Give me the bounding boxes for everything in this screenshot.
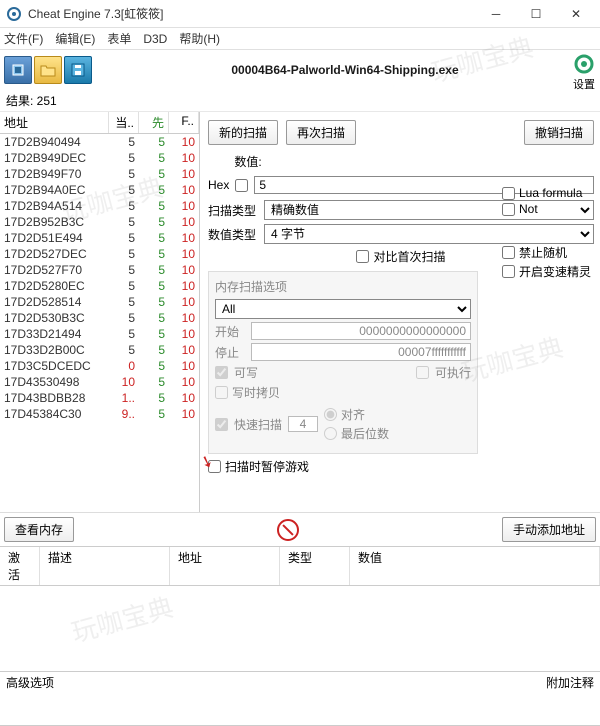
result-row[interactable]: 17D33D2B00C5510 xyxy=(0,342,199,358)
writable-checkbox[interactable] xyxy=(215,366,228,379)
result-row[interactable]: 17D4353049810510 xyxy=(0,374,199,390)
memory-view-button[interactable]: 查看内存 xyxy=(4,517,74,542)
settings-button[interactable]: 设置 xyxy=(572,52,596,92)
not-checkbox[interactable] xyxy=(502,203,515,216)
compare-first-label: 对比首次扫描 xyxy=(373,248,445,265)
col-type[interactable]: 类型 xyxy=(280,547,350,585)
speedhack-checkbox[interactable] xyxy=(502,265,515,278)
result-row[interactable]: 17D2B94A5145510 xyxy=(0,198,199,214)
menu-help[interactable]: 帮助(H) xyxy=(179,30,220,47)
cheat-list[interactable] xyxy=(0,586,600,726)
menu-file[interactable]: 文件(F) xyxy=(4,30,43,47)
not-label: Not xyxy=(519,202,538,216)
speedhack-label: 开启变速精灵 xyxy=(519,263,591,280)
result-row[interactable]: 17D2D527DEC5510 xyxy=(0,246,199,262)
minimize-button[interactable]: ─ xyxy=(476,0,516,28)
close-button[interactable]: ✕ xyxy=(556,0,596,28)
scantype-label: 扫描类型 xyxy=(208,202,260,219)
lua-label: Lua formula xyxy=(519,186,582,200)
start-address-input[interactable] xyxy=(251,322,471,340)
result-row[interactable]: 17D2D51E4945510 xyxy=(0,230,199,246)
align-radio[interactable] xyxy=(324,408,337,421)
col-active[interactable]: 激活 xyxy=(0,547,40,585)
executable-label: 可执行 xyxy=(435,364,471,381)
result-row[interactable]: 17D2B949F705510 xyxy=(0,166,199,182)
lastdigits-label: 最后位数 xyxy=(341,425,389,442)
next-scan-button[interactable]: 再次扫描 xyxy=(286,120,356,145)
col-current[interactable]: 当.. xyxy=(109,112,139,133)
result-row[interactable]: 17D3C5DCEDC0510 xyxy=(0,358,199,374)
value-label: 数值: xyxy=(208,153,288,170)
result-row[interactable]: 17D2B949DEC5510 xyxy=(0,150,199,166)
advanced-options[interactable]: 高级选项 xyxy=(6,674,546,691)
result-row[interactable]: 17D2B94A0EC5510 xyxy=(0,182,199,198)
save-button[interactable] xyxy=(64,56,92,84)
result-row[interactable]: 17D2D5285145510 xyxy=(0,294,199,310)
cow-label: 写时拷贝 xyxy=(232,384,280,401)
valtype-label: 数值类型 xyxy=(208,226,260,243)
col-val[interactable]: 数值 xyxy=(350,547,600,585)
process-name: 00004B64-Palworld-Win64-Shipping.exe xyxy=(94,63,596,77)
col-addr2[interactable]: 地址 xyxy=(170,547,280,585)
cow-checkbox[interactable] xyxy=(215,386,228,399)
result-row[interactable]: 17D43BDBB281..510 xyxy=(0,390,199,406)
table-extras[interactable]: 附加注释 xyxy=(546,674,594,691)
value-type-select[interactable]: 4 字节 xyxy=(264,224,594,244)
fastscan-value[interactable] xyxy=(288,416,318,432)
lua-formula-checkbox[interactable] xyxy=(502,187,515,200)
no-random-checkbox[interactable] xyxy=(502,246,515,259)
col-desc[interactable]: 描述 xyxy=(40,547,170,585)
result-row[interactable]: 17D2D5280EC5510 xyxy=(0,278,199,294)
pause-label: 扫描时暂停游戏 xyxy=(225,458,309,475)
mem-region-select[interactable]: All xyxy=(215,299,471,319)
menu-d3d[interactable]: D3D xyxy=(143,32,167,46)
memopt-label: 内存扫描选项 xyxy=(215,278,471,295)
col-address[interactable]: 地址 xyxy=(0,112,109,133)
add-address-button[interactable]: 手动添加地址 xyxy=(502,517,596,542)
col-previous[interactable]: 先 xyxy=(139,112,169,133)
result-row[interactable]: 17D33D214945510 xyxy=(0,326,199,342)
stop-address-input[interactable] xyxy=(251,343,471,361)
result-row[interactable]: 17D45384C309..510 xyxy=(0,406,199,422)
hex-label: Hex xyxy=(208,178,229,192)
fastscan-checkbox[interactable] xyxy=(215,418,228,431)
result-row[interactable]: 17D2D527F705510 xyxy=(0,262,199,278)
lastdigits-radio[interactable] xyxy=(324,427,337,440)
executable-checkbox[interactable] xyxy=(416,366,429,379)
new-scan-button[interactable]: 新的扫描 xyxy=(208,120,278,145)
result-row[interactable]: 17D2B9404945510 xyxy=(0,134,199,150)
open-file-button[interactable] xyxy=(34,56,62,84)
maximize-button[interactable]: ☐ xyxy=(516,0,556,28)
no-random-label: 禁止随机 xyxy=(519,244,567,261)
stop-label: 停止 xyxy=(215,344,245,361)
menu-edit[interactable]: 编辑(E) xyxy=(55,30,95,47)
window-title: Cheat Engine 7.3[虹筱筱] xyxy=(24,5,476,22)
result-row[interactable]: 17D2B952B3C5510 xyxy=(0,214,199,230)
stop-icon[interactable] xyxy=(277,519,299,541)
col-first[interactable]: F.. xyxy=(169,112,199,133)
open-process-button[interactable] xyxy=(4,56,32,84)
align-label: 对齐 xyxy=(341,406,365,423)
app-icon xyxy=(4,4,24,24)
compare-first-checkbox[interactable] xyxy=(356,250,369,263)
menu-table[interactable]: 表单 xyxy=(107,30,131,47)
undo-scan-button[interactable]: 撤销扫描 xyxy=(524,120,594,145)
hex-checkbox[interactable] xyxy=(235,179,248,192)
start-label: 开始 xyxy=(215,323,245,340)
result-row[interactable]: 17D2D530B3C5510 xyxy=(0,310,199,326)
fastscan-label: 快速扫描 xyxy=(234,416,282,433)
found-count: 结果: 251 xyxy=(0,90,600,112)
writable-label: 可写 xyxy=(234,364,258,381)
